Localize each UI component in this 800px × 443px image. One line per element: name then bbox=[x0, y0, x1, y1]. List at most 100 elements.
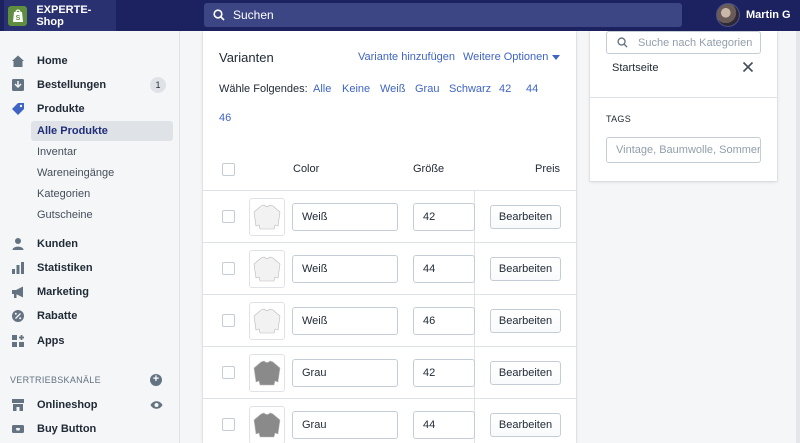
product-thumbnail[interactable] bbox=[249, 198, 285, 236]
apps-icon bbox=[10, 333, 26, 349]
size-input[interactable]: 44 bbox=[413, 255, 475, 283]
table-row: Weiß 46 Bearbeiten bbox=[203, 295, 576, 347]
table-row: Weiß 42 Bearbeiten bbox=[203, 191, 576, 243]
size-value: 44 bbox=[423, 419, 436, 431]
filter-weiss[interactable]: Weiß bbox=[380, 83, 405, 95]
search-bar[interactable]: Suchen bbox=[204, 3, 682, 27]
user-menu[interactable]: Martin G bbox=[716, 3, 791, 27]
tags-input[interactable]: Vintage, Baumwolle, Sommer bbox=[606, 137, 761, 163]
search-placeholder: Suchen bbox=[233, 8, 274, 22]
sidebar-item-online-store[interactable]: Onlineshop bbox=[0, 393, 180, 417]
edit-button[interactable]: Bearbeiten bbox=[490, 205, 561, 229]
avatar bbox=[716, 3, 740, 27]
select-all-checkbox[interactable] bbox=[222, 163, 235, 176]
size-input[interactable]: 46 bbox=[413, 307, 475, 335]
row-checkbox[interactable] bbox=[222, 418, 235, 431]
product-thumbnail[interactable] bbox=[249, 250, 285, 288]
color-input[interactable]: Grau bbox=[292, 359, 398, 387]
color-value: Grau bbox=[302, 419, 327, 431]
color-input[interactable]: Grau bbox=[292, 411, 398, 439]
sidebar-item-apps[interactable]: Apps bbox=[0, 329, 180, 353]
variants-title: Varianten bbox=[219, 50, 274, 65]
product-thumbnail[interactable] bbox=[249, 406, 285, 443]
filter-grau[interactable]: Grau bbox=[415, 83, 439, 95]
sidebar-item-label: Onlineshop bbox=[37, 399, 98, 411]
shopify-logo-icon: S bbox=[8, 5, 28, 26]
sidebar-item-orders[interactable]: Bestellungen 1 bbox=[0, 73, 180, 97]
color-value: Weiß bbox=[302, 263, 328, 275]
category-search-placeholder: Suche nach Kategorien bbox=[638, 36, 753, 49]
eye-icon[interactable] bbox=[150, 400, 163, 410]
edit-button[interactable]: Bearbeiten bbox=[490, 361, 561, 385]
sidebar-item-customers[interactable]: Kunden bbox=[0, 232, 180, 256]
sidebar-item-label: Bestellungen bbox=[37, 79, 107, 91]
product-thumbnail[interactable] bbox=[249, 302, 285, 340]
close-icon[interactable] bbox=[742, 61, 754, 73]
search-icon bbox=[213, 9, 225, 21]
more-options-dropdown[interactable]: Weitere Optionen bbox=[463, 51, 561, 63]
filter-schwarz[interactable]: Schwarz bbox=[449, 83, 491, 95]
sidebar-item-analytics[interactable]: Statistiken bbox=[0, 256, 180, 280]
sweater-icon bbox=[253, 360, 281, 386]
product-thumbnail[interactable] bbox=[249, 354, 285, 392]
color-input[interactable]: Weiß bbox=[292, 307, 398, 335]
edit-button[interactable]: Bearbeiten bbox=[490, 413, 561, 437]
shop-switcher[interactable]: S EXPERTE-Shop bbox=[4, 0, 116, 31]
variants-table-header: Color Größe Preis bbox=[203, 151, 576, 191]
table-row: Grau 44 Bearbeiten bbox=[203, 399, 576, 443]
size-value: 44 bbox=[423, 263, 436, 275]
row-checkbox[interactable] bbox=[222, 366, 235, 379]
bar-chart-icon bbox=[10, 260, 26, 276]
sidebar-item-home[interactable]: Home bbox=[0, 49, 180, 73]
size-input[interactable]: 42 bbox=[413, 359, 475, 387]
sidebar-item-label: Buy Button bbox=[37, 423, 97, 435]
sidebar-item-marketing[interactable]: Marketing bbox=[0, 280, 180, 304]
sidebar-subitem-all-products[interactable]: Alle Produkte bbox=[31, 121, 173, 141]
sidebar-item-label: Rabatte bbox=[37, 310, 78, 322]
megaphone-icon bbox=[10, 284, 26, 300]
filter-44[interactable]: 44 bbox=[526, 83, 538, 95]
row-checkbox[interactable] bbox=[222, 314, 235, 327]
variants-card: Varianten Variante hinzufügen Weitere Op… bbox=[203, 31, 576, 443]
orders-count-badge: 1 bbox=[150, 77, 166, 93]
table-row: Grau 42 Bearbeiten bbox=[203, 347, 576, 399]
sweater-icon bbox=[253, 256, 281, 282]
size-input[interactable]: 44 bbox=[413, 411, 475, 439]
shop-name: EXPERTE-Shop bbox=[36, 3, 92, 28]
sidebar-item-products[interactable]: Produkte bbox=[0, 97, 180, 121]
sidebar-item-buy-button[interactable]: Buy Button bbox=[0, 417, 180, 441]
color-input[interactable]: Weiß bbox=[292, 203, 398, 231]
scrollbar[interactable] bbox=[796, 31, 800, 443]
add-variant-link[interactable]: Variante hinzufügen bbox=[358, 51, 455, 63]
column-header-color: Color bbox=[293, 163, 320, 175]
filter-46[interactable]: 46 bbox=[219, 112, 231, 124]
table-row: Weiß 44 Bearbeiten bbox=[203, 243, 576, 295]
sidebar-subitem-transfers[interactable]: Wareneingänge bbox=[31, 163, 173, 183]
filter-42[interactable]: 42 bbox=[499, 83, 511, 95]
row-checkbox[interactable] bbox=[222, 210, 235, 223]
add-sales-channel-button[interactable]: + bbox=[150, 374, 162, 386]
filter-all[interactable]: Alle bbox=[313, 83, 331, 95]
person-icon bbox=[10, 236, 26, 252]
color-input[interactable]: Weiß bbox=[292, 255, 398, 283]
sidebar-subitem-gift-cards[interactable]: Gutscheine bbox=[31, 205, 173, 225]
size-value: 42 bbox=[423, 367, 436, 379]
category-search-input[interactable]: Suche nach Kategorien bbox=[606, 31, 761, 54]
edit-button[interactable]: Bearbeiten bbox=[490, 309, 561, 333]
search-icon bbox=[617, 37, 628, 48]
row-checkbox[interactable] bbox=[222, 262, 235, 275]
size-input[interactable]: 42 bbox=[413, 203, 475, 231]
column-header-price: Preis bbox=[535, 163, 561, 175]
buy-button-icon bbox=[10, 421, 26, 437]
orders-icon bbox=[10, 77, 26, 93]
column-header-size: Größe bbox=[413, 163, 445, 175]
filter-none[interactable]: Keine bbox=[342, 83, 370, 95]
size-value: 42 bbox=[423, 211, 436, 223]
sidebar-subitem-inventory[interactable]: Inventar bbox=[31, 142, 173, 162]
sidebar-item-label: Produkte bbox=[37, 103, 85, 115]
edit-button[interactable]: Bearbeiten bbox=[490, 257, 561, 281]
caret-down-icon bbox=[552, 54, 561, 60]
sidebar-subitem-collections[interactable]: Kategorien bbox=[31, 184, 173, 204]
selected-category: Startseite bbox=[612, 62, 659, 74]
sidebar-item-discounts[interactable]: Rabatte bbox=[0, 304, 180, 328]
